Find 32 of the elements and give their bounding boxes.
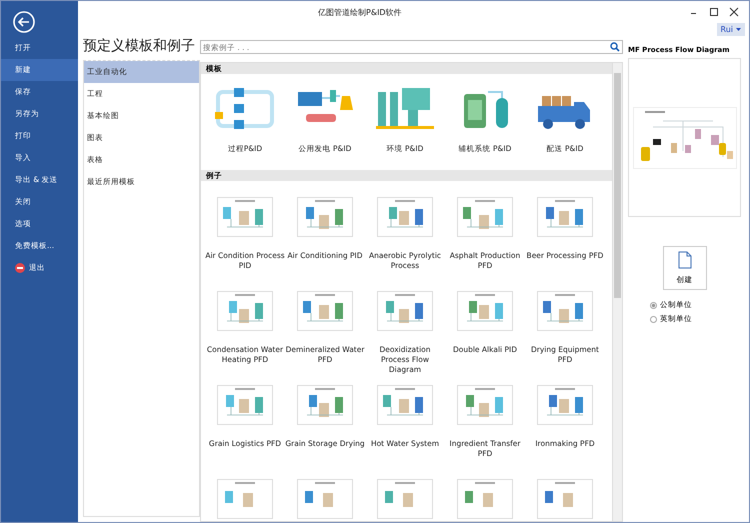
no-entry-icon (15, 263, 25, 273)
diagram-thumbnail (297, 197, 353, 237)
scrollbar[interactable] (612, 63, 622, 521)
caret-icon (736, 28, 741, 32)
equipment-drawing (374, 86, 436, 132)
diagram-thumbnail (377, 291, 433, 331)
diagram-thumbnail (297, 385, 353, 425)
window-title: 亿图管道绘制P&ID软件 (318, 6, 402, 18)
diagram-thumbnail (457, 197, 513, 237)
diagram-thumbnail (537, 385, 593, 425)
diagram-thumbnail (217, 385, 273, 425)
diagram-thumbnail (297, 291, 353, 331)
maximize-icon[interactable] (709, 7, 719, 17)
diagram-thumbnail (377, 385, 433, 425)
diagram-thumbnail[interactable] (537, 479, 593, 519)
equipment-drawing (214, 86, 276, 132)
search-icon[interactable] (610, 42, 620, 52)
diagram-thumbnail (457, 291, 513, 331)
user-menu-button[interactable]: Rui (716, 23, 745, 36)
diagram-thumbnail[interactable] (457, 479, 513, 519)
diagram-thumbnail (537, 291, 593, 331)
diagram-thumbnail (377, 197, 433, 237)
diagram-thumbnail[interactable] (217, 479, 273, 519)
diagram-thumbnail (537, 197, 593, 237)
diagram-thumbnail (457, 385, 513, 425)
diagram-thumbnail (217, 197, 273, 237)
back-button[interactable] (13, 11, 35, 33)
close-icon[interactable] (729, 7, 739, 17)
diagram-thumbnail[interactable] (377, 479, 433, 519)
document-icon (678, 251, 692, 269)
diagram-thumbnail[interactable] (297, 479, 353, 519)
diagram-thumbnail (217, 291, 273, 331)
